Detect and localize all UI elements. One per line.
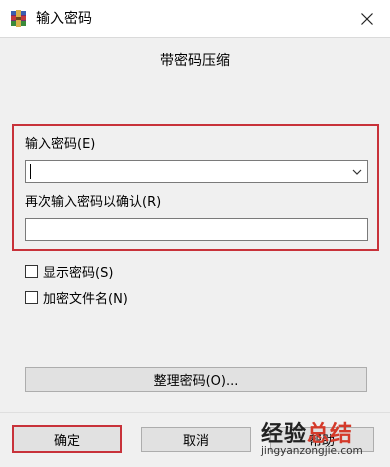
organize-passwords-button[interactable]: 整理密码(O)... xyxy=(25,367,367,392)
password-input[interactable] xyxy=(25,160,368,183)
show-password-label: 显示密码(S) xyxy=(43,265,114,281)
text-caret xyxy=(30,164,31,179)
ok-button[interactable]: 确定 xyxy=(12,425,122,453)
encrypt-filenames-label: 加密文件名(N) xyxy=(43,291,128,307)
repeat-password-input[interactable] xyxy=(25,218,368,241)
dialog-heading: 带密码压缩 xyxy=(160,53,230,69)
close-icon xyxy=(361,13,373,25)
repeat-password-label: 再次输入密码以确认(R) xyxy=(25,195,162,210)
close-button[interactable] xyxy=(344,0,390,38)
show-password-checkbox[interactable] xyxy=(25,264,38,278)
password-label: 输入密码(E) xyxy=(25,137,96,152)
encrypt-filenames-option[interactable]: 加密文件名(N) xyxy=(25,288,128,307)
show-password-option[interactable]: 显示密码(S) xyxy=(25,262,114,281)
cancel-button[interactable]: 取消 xyxy=(141,427,251,452)
chevron-down-icon[interactable] xyxy=(350,165,364,179)
encrypt-filenames-checkbox[interactable] xyxy=(25,290,38,304)
title-bar: 输入密码 xyxy=(0,0,390,38)
help-button[interactable]: 帮助 xyxy=(270,427,374,452)
window-title: 输入密码 xyxy=(36,11,92,27)
footer-divider xyxy=(0,412,390,413)
winrar-icon xyxy=(11,10,26,27)
